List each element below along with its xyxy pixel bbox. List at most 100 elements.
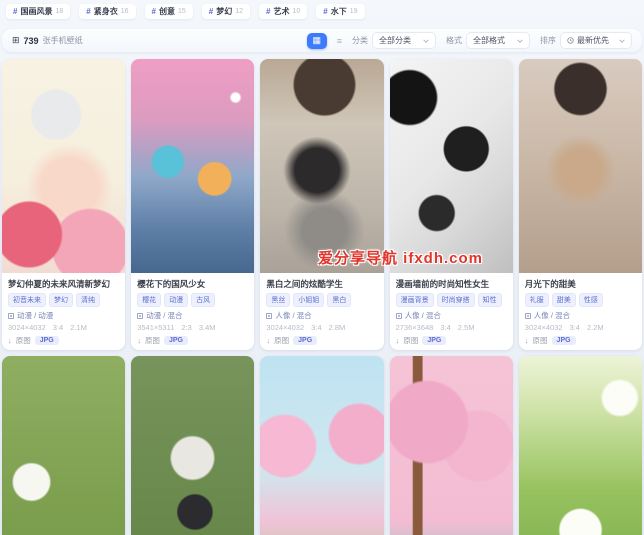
filter-bar: ⊞ 739 张手机壁纸 ▦ ≡ 分类 全部分类 格式 全部格式 排序 最新优先: [2, 29, 642, 52]
tag-chip[interactable]: 小姐姐: [293, 293, 325, 307]
wallpaper-thumbnail[interactable]: [260, 59, 384, 273]
tag-label: 艺术: [273, 7, 290, 16]
card-title: 月光下的甜美: [524, 279, 576, 289]
tag-label: 水下: [330, 7, 347, 16]
card-info: 樱花下的国风少女 樱花 动漫 古风 动漫 / 混合 3541×5311 2:3 …: [131, 273, 254, 350]
download-line: ↓ 原图 JPG: [525, 335, 636, 346]
category-select-value: 全部分类: [379, 36, 411, 45]
category-icon: [266, 312, 273, 319]
filter-controls: ▦ ≡ 分类 全部分类 格式 全部格式 排序 最新优先: [306, 32, 632, 49]
wallpaper-card[interactable]: [518, 356, 642, 535]
format-select[interactable]: 全部格式: [466, 32, 530, 49]
category-text: 人像 / 混合: [533, 311, 571, 320]
tag-chip[interactable]: 清纯: [76, 293, 100, 307]
card-info: 漫画墙前的时尚知性女生 漫画背景 时尚穿搭 知性 人像 / 混合 2736×36…: [390, 273, 513, 350]
original-label[interactable]: 原图: [403, 335, 418, 346]
card-title: 漫画墙前的时尚知性女生: [395, 279, 490, 289]
chevron-down-icon: [619, 38, 625, 43]
tag-chip-row: 礼服 甜美 性感: [524, 293, 636, 307]
original-label[interactable]: 原图: [274, 335, 289, 346]
card-info: 黑白之间的炫酷学生 黑丝 小姐姐 黑白 人像 / 混合 3024×4032 3:…: [260, 273, 383, 350]
tag-chip[interactable]: 黑丝: [266, 293, 291, 307]
tag-chip[interactable]: 性感: [578, 293, 603, 307]
tag-pill[interactable]: # 紧身衣 16: [79, 4, 136, 19]
hash-icon: #: [266, 7, 271, 16]
tag-chip[interactable]: 漫画背景: [395, 293, 434, 307]
category-text: 动漫 / 动漫: [17, 311, 54, 320]
original-label[interactable]: 原图: [16, 335, 31, 346]
category-select[interactable]: 全部分类: [372, 32, 436, 49]
tag-chip[interactable]: 梦幻: [49, 293, 73, 307]
hash-icon: #: [13, 7, 18, 16]
category-icon: [8, 312, 14, 319]
wallpaper-card[interactable]: [131, 356, 255, 535]
card-title: 黑白之间的炫酷学生: [266, 279, 343, 289]
tag-pill[interactable]: # 创意 15: [144, 4, 193, 19]
format-badge: JPG: [551, 336, 576, 345]
tag-chip-row: 漫画背景 时尚穿搭 知性: [395, 293, 507, 307]
wallpaper-card[interactable]: 漫画墙前的时尚知性女生 漫画背景 时尚穿搭 知性 人像 / 混合 2736×36…: [389, 59, 513, 350]
sort-select-value: 最新优先: [567, 35, 609, 46]
filesize-text: 3.4M: [198, 323, 216, 332]
wallpaper-card[interactable]: [389, 356, 513, 535]
tag-chip[interactable]: 甜美: [551, 293, 576, 307]
wallpaper-card[interactable]: 月光下的甜美 礼服 甜美 性感 人像 / 混合 3024×4032 3:4 2.…: [518, 59, 642, 350]
tag-label: 国画风景: [20, 7, 53, 16]
wallpaper-thumbnail[interactable]: [131, 356, 255, 535]
tag-chip[interactable]: 樱花: [137, 293, 162, 307]
download-line: ↓ 原图 JPG: [266, 335, 377, 346]
wallpaper-card[interactable]: 梦幻仲夏的未来风清新梦幻 初音未来 梦幻 清纯 动漫 / 动漫 3024×403…: [2, 59, 126, 350]
category-text: 动漫 / 混合: [146, 311, 183, 320]
format-filter-label: 格式: [446, 36, 462, 45]
tag-chip[interactable]: 礼服: [524, 293, 549, 307]
tag-pill[interactable]: # 国画风景 18: [6, 4, 71, 19]
sort-select[interactable]: 最新优先: [560, 32, 632, 49]
sort-filter-label: 排序: [540, 36, 556, 45]
wallpaper-thumbnail[interactable]: [518, 59, 642, 273]
wallpaper-card[interactable]: [260, 356, 384, 535]
wallpaper-card[interactable]: [2, 356, 126, 535]
card-info: 梦幻仲夏的未来风清新梦幻 初音未来 梦幻 清纯 动漫 / 动漫 3024×403…: [2, 273, 125, 350]
download-icon: ↓: [8, 336, 12, 345]
wallpaper-thumbnail[interactable]: [518, 356, 642, 535]
wallpaper-thumbnail[interactable]: [389, 356, 513, 535]
original-label[interactable]: 原图: [533, 335, 548, 346]
wallpaper-thumbnail[interactable]: [260, 356, 384, 535]
format-badge: JPG: [163, 336, 188, 345]
tag-label: 紧身衣: [93, 7, 118, 16]
original-label[interactable]: 原图: [145, 335, 160, 346]
tag-pill[interactable]: # 水下 19: [316, 4, 365, 19]
meta-line: 3024×4032 3:4 2.8M: [266, 323, 377, 332]
wallpaper-thumbnail[interactable]: [389, 59, 513, 273]
category-icon: [395, 312, 402, 319]
category-line: 动漫 / 混合: [137, 310, 248, 321]
tag-chip[interactable]: 初音未来: [8, 293, 46, 307]
tag-chip[interactable]: 黑白: [327, 293, 352, 307]
card-title: 梦幻仲夏的未来风清新梦幻: [8, 279, 111, 289]
hash-icon: #: [86, 7, 91, 16]
format-filter-group: 格式 全部格式: [446, 32, 530, 49]
tag-chip[interactable]: 古风: [191, 293, 216, 307]
wallpaper-thumbnail[interactable]: [131, 59, 255, 273]
category-text: 人像 / 混合: [404, 311, 441, 320]
tag-chip[interactable]: 时尚穿搭: [436, 293, 475, 307]
tag-chip[interactable]: 动漫: [164, 293, 189, 307]
meta-line: 3541×5311 2:3 3.4M: [137, 323, 248, 332]
grid-view-button[interactable]: ▦: [306, 32, 327, 49]
tag-pill[interactable]: # 梦幻 12: [201, 4, 250, 19]
ratio-text: 3:4: [311, 323, 322, 332]
tag-label: 创意: [158, 7, 175, 16]
wallpaper-card[interactable]: 黑白之间的炫酷学生 黑丝 小姐姐 黑白 人像 / 混合 3024×4032 3:…: [260, 59, 384, 350]
resolution-text: 2736×3648: [395, 323, 434, 332]
category-text: 人像 / 混合: [275, 311, 312, 320]
category-line: 动漫 / 动漫: [8, 310, 119, 321]
wallpaper-thumbnail[interactable]: [2, 59, 126, 273]
tag-chip[interactable]: 知性: [477, 293, 502, 307]
hash-icon: #: [323, 7, 328, 16]
ratio-text: 2:3: [181, 323, 192, 332]
tag-pill[interactable]: # 艺术 10: [259, 4, 308, 19]
wallpaper-card[interactable]: 樱花下的国风少女 樱花 动漫 古风 动漫 / 混合 3541×5311 2:3 …: [131, 59, 255, 350]
wallpaper-thumbnail[interactable]: [2, 356, 126, 535]
list-view-button[interactable]: ≡: [337, 36, 342, 46]
sort-select-text: 最新优先: [577, 36, 609, 45]
